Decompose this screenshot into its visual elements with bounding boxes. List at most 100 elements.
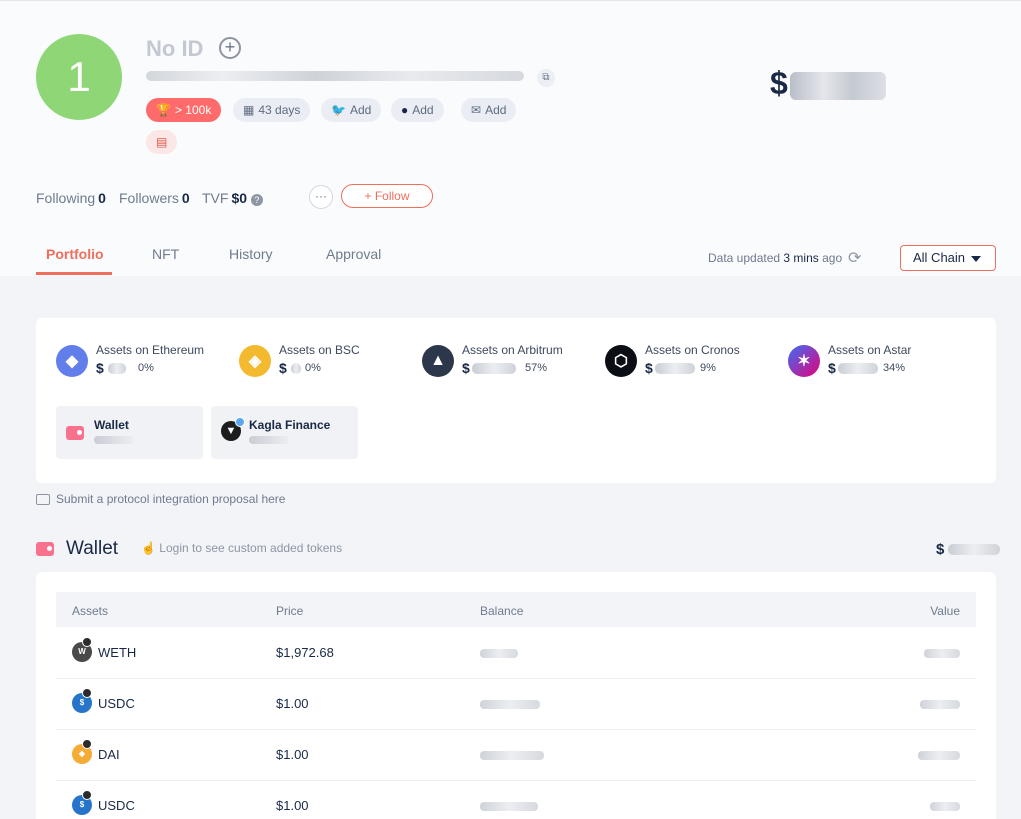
wallet-total-redacted (948, 544, 1000, 555)
add-twitter-button[interactable]: 🐦 Add (321, 98, 382, 122)
chain-currency: $ (96, 360, 104, 376)
more-button[interactable]: ··· (309, 185, 333, 209)
calendar-icon: ▦ (243, 103, 255, 117)
token-price: $1.00 (276, 696, 309, 711)
address-redacted (146, 71, 524, 81)
net-worth-currency: $ (770, 65, 788, 101)
protocol-value-redacted (94, 436, 134, 444)
chain-label: Assets on Astar (828, 343, 912, 357)
net-worth-redacted (790, 72, 886, 100)
add-github-label: Add (412, 103, 434, 117)
tab-approval[interactable]: Approval (326, 246, 381, 262)
chain-value-redacted (108, 363, 126, 374)
add-id-icon[interactable]: + (219, 37, 241, 59)
note-button[interactable]: ▤ (146, 130, 178, 154)
chain-value-redacted (291, 363, 301, 374)
github-icon: ● (401, 103, 409, 117)
token-value-redacted (924, 649, 960, 658)
astar-icon: ✶ (788, 345, 820, 377)
chain-item-ethereum[interactable]: ◆ Assets on Ethereum $ 0% (56, 343, 226, 383)
chain-item-bsc[interactable]: ◈ Assets on BSC $ 0% (239, 343, 409, 383)
submit-proposal-link[interactable]: Submit a protocol integration proposal h… (36, 492, 285, 506)
chain-value-redacted (655, 363, 695, 374)
token-price: $1,972.68 (276, 645, 334, 660)
token-value-redacted (930, 802, 960, 811)
chain-item-cronos[interactable]: ⬡ Assets on Cronos $ 9% (605, 343, 775, 383)
token-name: USDC (98, 696, 135, 711)
following-count: 0 (98, 190, 106, 206)
avatar: 1 (36, 34, 122, 120)
chain-currency: $ (645, 360, 653, 376)
tvf-label: TVF (202, 190, 229, 206)
caret-down-icon (971, 256, 981, 262)
protocol-label: Kagla Finance (249, 418, 331, 432)
followers-count: 0 (181, 190, 190, 206)
protocol-wallet[interactable]: Wallet (56, 406, 203, 459)
chain-item-astar[interactable]: ✶ Assets on Astar $ 34% (788, 343, 958, 383)
tab-nft[interactable]: NFT (152, 246, 179, 262)
add-email-button[interactable]: ✉ Add (461, 98, 517, 122)
wallet-section-title: Wallet (66, 538, 119, 559)
chain-value-redacted (838, 363, 878, 374)
chain-filter-value: All Chain (913, 250, 966, 265)
add-email-label: Add (485, 103, 507, 117)
refresh-icon[interactable]: ⟳ (848, 248, 861, 268)
wallet-icon (66, 426, 84, 440)
token-balance-redacted (480, 700, 540, 709)
token-table: Assets Price Balance Value W WETH $1,972… (36, 572, 996, 819)
tab-history[interactable]: History (229, 246, 273, 262)
arbitrum-icon: ▲ (422, 345, 454, 377)
protocol-label: Wallet (94, 418, 129, 432)
login-hint-icon: ☝ (141, 541, 156, 555)
chain-badge-icon (82, 637, 92, 647)
token-name: USDC (98, 798, 135, 813)
column-header-value: Value (930, 604, 960, 618)
token-value-redacted (920, 700, 960, 709)
twitter-icon: 🐦 (331, 103, 346, 117)
column-header-price: Price (276, 604, 304, 618)
cronos-icon: ⬡ (605, 345, 637, 377)
chain-label: Assets on Cronos (645, 343, 740, 357)
token-balance-redacted (480, 802, 538, 811)
table-row[interactable]: $ USDC $1.00 (56, 679, 976, 730)
table-row[interactable]: W WETH $1,972.68 (56, 628, 976, 679)
chain-value-redacted (472, 363, 516, 374)
chain-currency: $ (279, 360, 287, 376)
chain-item-arbitrum[interactable]: ▲ Assets on Arbitrum $ 57% (422, 343, 592, 383)
data-updated: Data updated 3 mins ago (708, 251, 842, 265)
wallet-icon (36, 542, 54, 556)
wallet-total-currency: $ (936, 541, 945, 558)
chain-percent: 0% (138, 362, 154, 374)
account-age-label: 43 days (258, 103, 301, 117)
table-row[interactable]: $ USDC $1.00 (56, 781, 976, 819)
table-row[interactable]: ◈ DAI $1.00 (56, 730, 976, 781)
followers-label: Followers (119, 190, 179, 206)
follow-button[interactable]: + Follow (341, 184, 433, 208)
submit-proposal-label: Submit a protocol integration proposal h… (56, 492, 286, 506)
login-hint-link[interactable]: ☝ Login to see custom added tokens (141, 541, 342, 555)
column-header-assets: Assets (72, 604, 109, 618)
ethereum-icon: ◆ (56, 345, 88, 377)
followers-stat[interactable]: Followers 0 (119, 190, 190, 206)
protocol-kagla-finance[interactable]: ▼ Kagla Finance (211, 406, 358, 459)
token-price: $1.00 (276, 798, 309, 813)
data-updated-prefix: Data updated (708, 251, 781, 265)
token-value-redacted (918, 751, 960, 760)
rank-badge[interactable]: 🏆 > 100k (146, 98, 222, 122)
trophy-icon: 🏆 (156, 103, 171, 117)
copy-icon[interactable]: ⧉ (537, 69, 555, 87)
active-tab-indicator (36, 272, 112, 275)
chain-badge-icon (82, 790, 92, 800)
chain-filter-select[interactable]: All Chain (900, 245, 996, 271)
following-stat[interactable]: Following 0 (36, 190, 106, 206)
comment-icon (36, 493, 50, 505)
token-price: $1.00 (276, 747, 309, 762)
chain-label: Assets on Ethereum (96, 343, 205, 357)
tab-portfolio[interactable]: Portfolio (46, 246, 104, 262)
chain-label: Assets on BSC (279, 343, 360, 357)
add-twitter-label: Add (349, 103, 372, 117)
login-hint-label: Login to see custom added tokens (159, 541, 343, 555)
bsc-icon: ◈ (239, 345, 271, 377)
add-github-button[interactable]: ● Add (391, 98, 444, 122)
help-icon[interactable]: ? (250, 194, 263, 206)
